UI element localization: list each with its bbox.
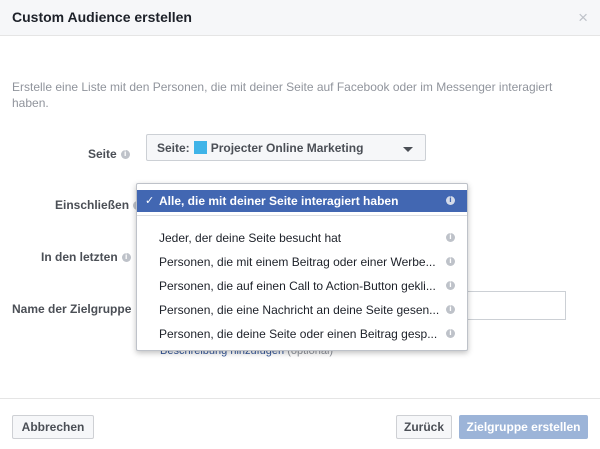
einschliessen-label: Einschließeni: [55, 198, 143, 212]
dropdown-item-label: Personen, die deine Seite oder einen Bei…: [159, 327, 438, 341]
dropdown-item-label: Jeder, der deine Seite besucht hat: [159, 231, 342, 245]
dropdown-item-label: Personen, die eine Nachricht an deine Se…: [159, 303, 440, 317]
dialog-description: Erstelle eine Liste mit den Personen, di…: [12, 80, 553, 110]
cancel-button[interactable]: Abbrechen: [12, 415, 94, 439]
info-icon[interactable]: i: [121, 253, 131, 263]
seite-label: Seite i: [88, 147, 130, 161]
create-audience-button[interactable]: Zielgruppe erstellen: [459, 415, 588, 439]
chevron-down-icon: [403, 147, 413, 152]
dropdown-item-all-interactions[interactable]: ✓ Alle, die mit deiner Seite interagiert…: [137, 190, 467, 212]
dialog-footer: Abbrechen Zurück Zielgruppe erstellen: [0, 398, 600, 449]
info-icon[interactable]: i: [120, 150, 130, 160]
dropdown-item-saved[interactable]: Personen, die deine Seite oder einen Bei…: [137, 323, 467, 345]
dropdown-divider: [137, 215, 467, 216]
dropdown-item-messages[interactable]: Personen, die eine Nachricht an deine Se…: [137, 299, 467, 321]
page-select-name: Projecter Online Marketing: [210, 141, 364, 155]
info-icon[interactable]: i: [446, 196, 455, 205]
info-icon[interactable]: i: [446, 305, 455, 314]
include-dropdown-menu: ✓ Alle, die mit deiner Seite interagiert…: [136, 183, 468, 351]
dialog-header: Custom Audience erstellen ×: [0, 0, 600, 36]
dropdown-item-label: Alle, die mit deiner Seite interagiert h…: [159, 194, 399, 208]
page-select[interactable]: Seite: Projecter Online Marketing: [146, 134, 426, 161]
page-select-value: Seite: Projecter Online Marketing: [157, 141, 363, 155]
dropdown-item-post-engagement[interactable]: Personen, die mit einem Beitrag oder ein…: [137, 251, 467, 273]
in-den-letzten-label-text: In den letzten: [41, 250, 118, 264]
info-icon[interactable]: i: [446, 281, 455, 290]
dropdown-item-page-visitors[interactable]: Jeder, der deine Seite besucht hat i: [137, 227, 467, 249]
info-icon[interactable]: i: [446, 257, 455, 266]
dropdown-item-label: Personen, die auf einen Call to Action-B…: [159, 279, 436, 293]
dropdown-item-cta-clicks[interactable]: Personen, die auf einen Call to Action-B…: [137, 275, 467, 297]
dialog-title: Custom Audience erstellen: [12, 9, 192, 25]
seite-label-text: Seite: [88, 147, 117, 161]
name-label: Name der Zielgruppe: [12, 302, 132, 316]
page-logo-icon: [193, 141, 207, 155]
in-den-letzten-label: In den letzten i: [41, 250, 131, 264]
check-icon: ✓: [145, 194, 155, 207]
page-select-prefix: Seite:: [157, 141, 190, 155]
info-icon[interactable]: i: [446, 233, 455, 242]
back-button[interactable]: Zurück: [396, 415, 452, 439]
dropdown-item-label: Personen, die mit einem Beitrag oder ein…: [159, 255, 436, 269]
audience-name-input[interactable]: [464, 291, 566, 320]
info-icon[interactable]: i: [446, 329, 455, 338]
close-icon[interactable]: ×: [578, 9, 588, 26]
einschliessen-label-text: Einschließen: [55, 198, 130, 212]
